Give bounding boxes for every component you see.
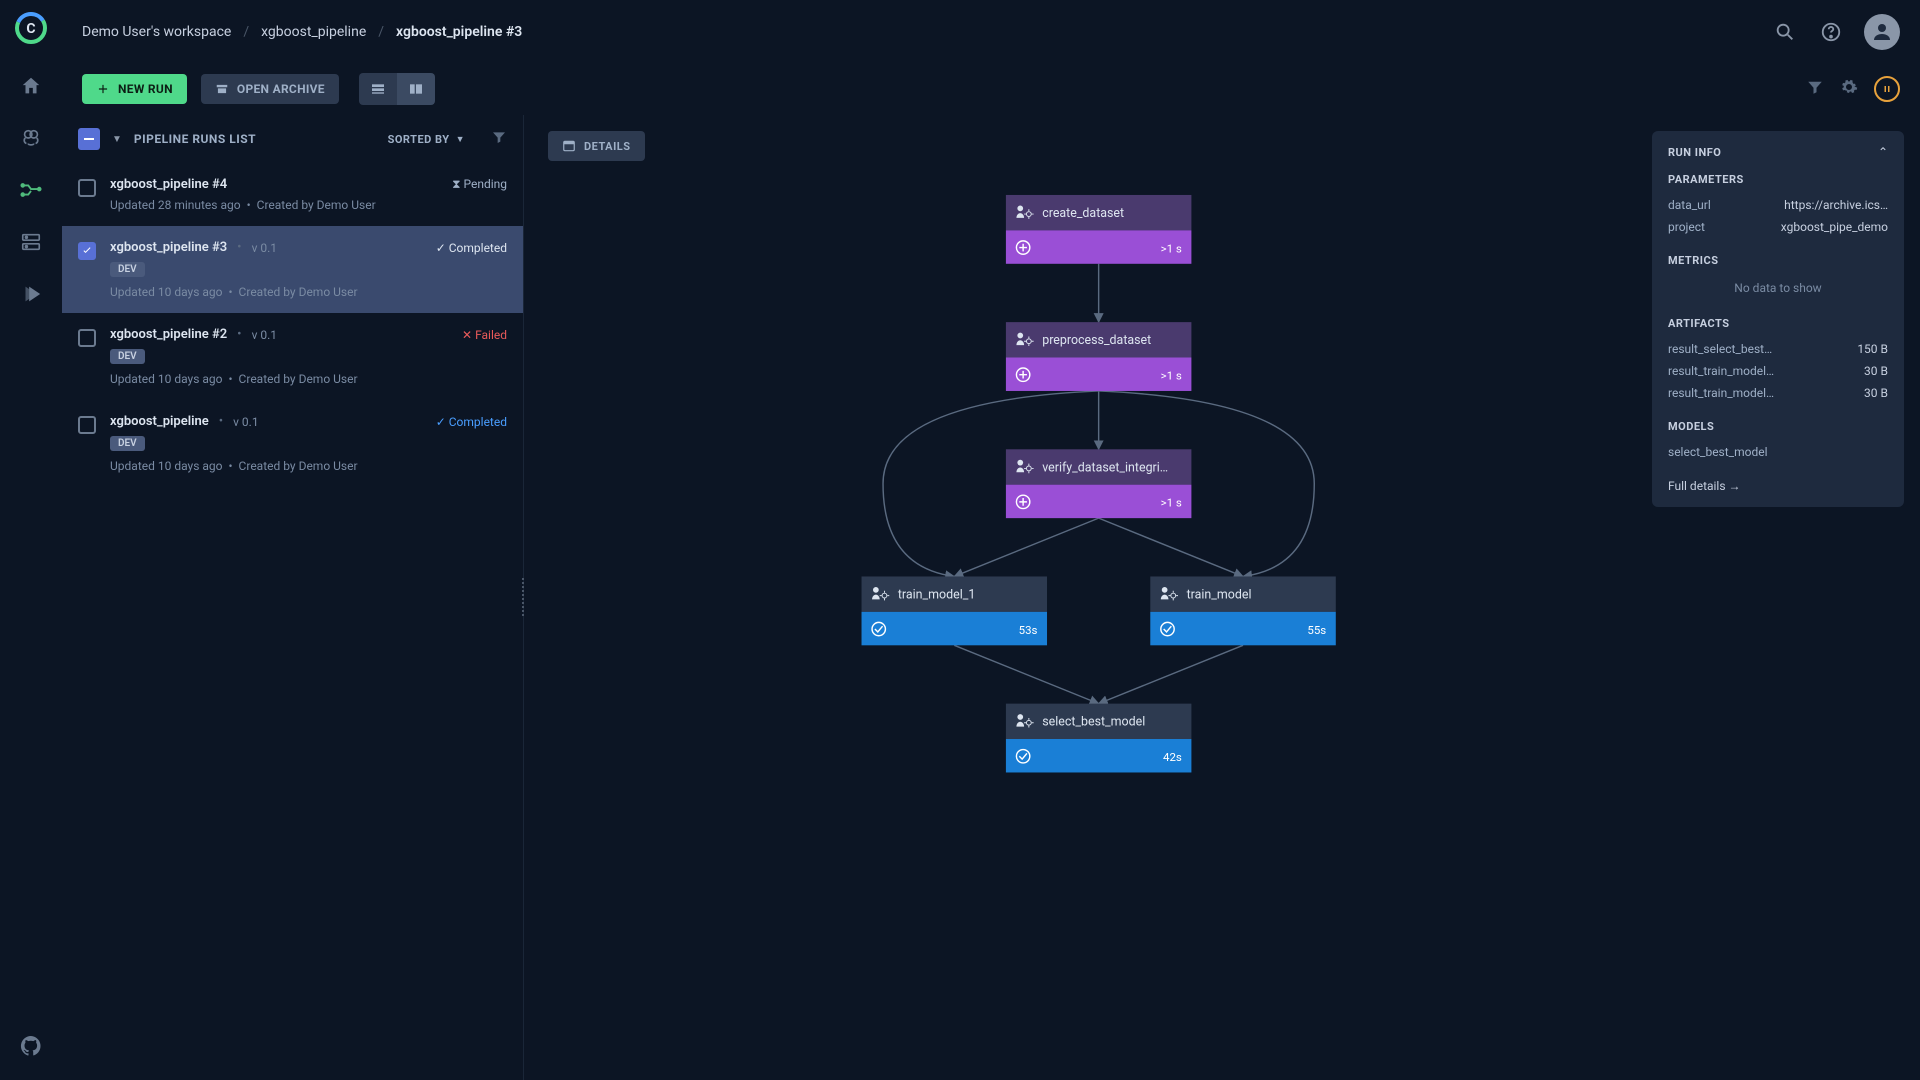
topbar: Demo User's workspace / xgboost_pipeline…	[62, 0, 1920, 63]
open-archive-button[interactable]: OPEN ARCHIVE	[201, 74, 339, 104]
details-button[interactable]: DETAILS	[548, 131, 645, 161]
svg-text:create_dataset: create_dataset	[1042, 206, 1124, 221]
view-list-button[interactable]	[359, 73, 397, 105]
search-icon[interactable]	[1772, 19, 1798, 45]
server-icon[interactable]	[17, 228, 45, 256]
svg-text:>1 s: >1 s	[1161, 496, 1182, 510]
collapse-icon[interactable]: ⌃	[1878, 145, 1888, 159]
graph-node[interactable]: train_model_1 53s	[862, 576, 1047, 645]
run-item[interactable]: xgboost_pipeline•v 0.1✓ Completed DEV Up…	[62, 400, 523, 487]
run-checkbox[interactable]	[78, 242, 96, 260]
svg-text:preprocess_dataset: preprocess_dataset	[1042, 333, 1151, 348]
svg-text:train_model: train_model	[1187, 587, 1252, 602]
full-details-link[interactable]: Full details →	[1668, 479, 1888, 493]
info-row[interactable]: result_train_model…30 B	[1668, 360, 1888, 382]
pipeline-runs-list: ▼ PIPELINE RUNS LIST SORTED BY ▼ xgboost…	[62, 115, 524, 1080]
run-item[interactable]: xgboost_pipeline #2•v 0.1✕ Failed DEV Up…	[62, 313, 523, 400]
svg-text:select_best_model: select_best_model	[1042, 715, 1145, 730]
dev-tag: DEV	[110, 349, 145, 364]
graph-node[interactable]: select_best_model 42s	[1006, 704, 1191, 773]
gear-icon[interactable]	[1840, 78, 1858, 100]
metrics-empty: No data to show	[1668, 275, 1888, 301]
dev-tag: DEV	[110, 436, 145, 451]
list-title: PIPELINE RUNS LIST	[134, 132, 256, 146]
status-badge: ✓ Completed	[436, 241, 507, 255]
svg-text:train_model_1: train_model_1	[898, 587, 975, 602]
filter-icon[interactable]	[491, 129, 507, 149]
view-split-button[interactable]	[397, 73, 435, 105]
svg-text:42s: 42s	[1163, 750, 1182, 764]
run-item[interactable]: xgboost_pipeline #3•v 0.1✓ Completed DEV…	[62, 226, 523, 313]
help-icon[interactable]	[1818, 19, 1844, 45]
dev-tag: DEV	[110, 262, 145, 277]
info-row[interactable]: projectxgboost_pipe_demo	[1668, 216, 1888, 238]
models-title: MODELS	[1668, 420, 1888, 433]
artifacts-title: ARTIFACTS	[1668, 317, 1888, 330]
select-all-checkbox[interactable]	[78, 128, 100, 150]
pipeline-canvas[interactable]: DETAILS create_dataset >1 s preprocess_d…	[524, 115, 1920, 1080]
info-row[interactable]: select_best_model	[1668, 441, 1888, 463]
info-row[interactable]: result_train_model…30 B	[1668, 382, 1888, 404]
run-checkbox[interactable]	[78, 179, 96, 197]
run-info-panel: RUN INFO ⌃ PARAMETERS data_urlhttps://ar…	[1652, 131, 1904, 507]
status-badge: ⧗ Pending	[452, 177, 507, 192]
status-badge: ✕ Failed	[462, 328, 507, 342]
app-logo[interactable]: C	[11, 8, 51, 48]
filter-icon[interactable]	[1806, 78, 1824, 100]
brain-icon[interactable]	[17, 124, 45, 152]
graph-node[interactable]: create_dataset >1 s	[1006, 195, 1191, 264]
breadcrumb-pipeline[interactable]: xgboost_pipeline	[261, 24, 366, 40]
autorefresh-icon[interactable]	[1874, 76, 1900, 102]
svg-text:C: C	[26, 21, 35, 37]
breadcrumb: Demo User's workspace / xgboost_pipeline…	[82, 24, 522, 40]
run-item[interactable]: xgboost_pipeline #4⧗ Pending Updated 28 …	[62, 163, 523, 226]
chevron-down-icon[interactable]: ▼	[112, 134, 122, 145]
run-checkbox[interactable]	[78, 416, 96, 434]
home-icon[interactable]	[17, 72, 45, 100]
info-row[interactable]: data_urlhttps://archive.ics…	[1668, 194, 1888, 216]
svg-text:verify_dataset_integri…: verify_dataset_integri…	[1042, 460, 1168, 475]
svg-text:53s: 53s	[1019, 623, 1038, 637]
info-row[interactable]: result_select_best…150 B	[1668, 338, 1888, 360]
graph-node[interactable]: verify_dataset_integri… >1 s	[1006, 449, 1191, 518]
view-toggle	[359, 73, 435, 105]
new-run-button[interactable]: NEW RUN	[82, 74, 187, 104]
sort-by-button[interactable]: SORTED BY ▼	[388, 133, 465, 146]
graph-node[interactable]: preprocess_dataset >1 s	[1006, 322, 1191, 391]
svg-text:>1 s: >1 s	[1161, 368, 1182, 382]
graph-node[interactable]: train_model 55s	[1150, 576, 1335, 645]
svg-text:>1 s: >1 s	[1161, 241, 1182, 255]
status-badge: ✓ Completed	[436, 415, 507, 429]
breadcrumb-run: xgboost_pipeline #3	[396, 24, 522, 40]
github-icon[interactable]	[17, 1032, 45, 1060]
pipeline-icon[interactable]	[17, 176, 45, 204]
run-info-title: RUN INFO	[1668, 146, 1721, 159]
svg-text:55s: 55s	[1307, 623, 1326, 637]
play-icon[interactable]	[17, 280, 45, 308]
metrics-title: METRICS	[1668, 254, 1888, 267]
user-avatar[interactable]	[1864, 14, 1900, 50]
run-checkbox[interactable]	[78, 329, 96, 347]
sidebar: C	[0, 0, 62, 1080]
toolbar: NEW RUN OPEN ARCHIVE	[62, 63, 1920, 115]
breadcrumb-workspace[interactable]: Demo User's workspace	[82, 24, 231, 40]
parameters-title: PARAMETERS	[1668, 173, 1888, 186]
